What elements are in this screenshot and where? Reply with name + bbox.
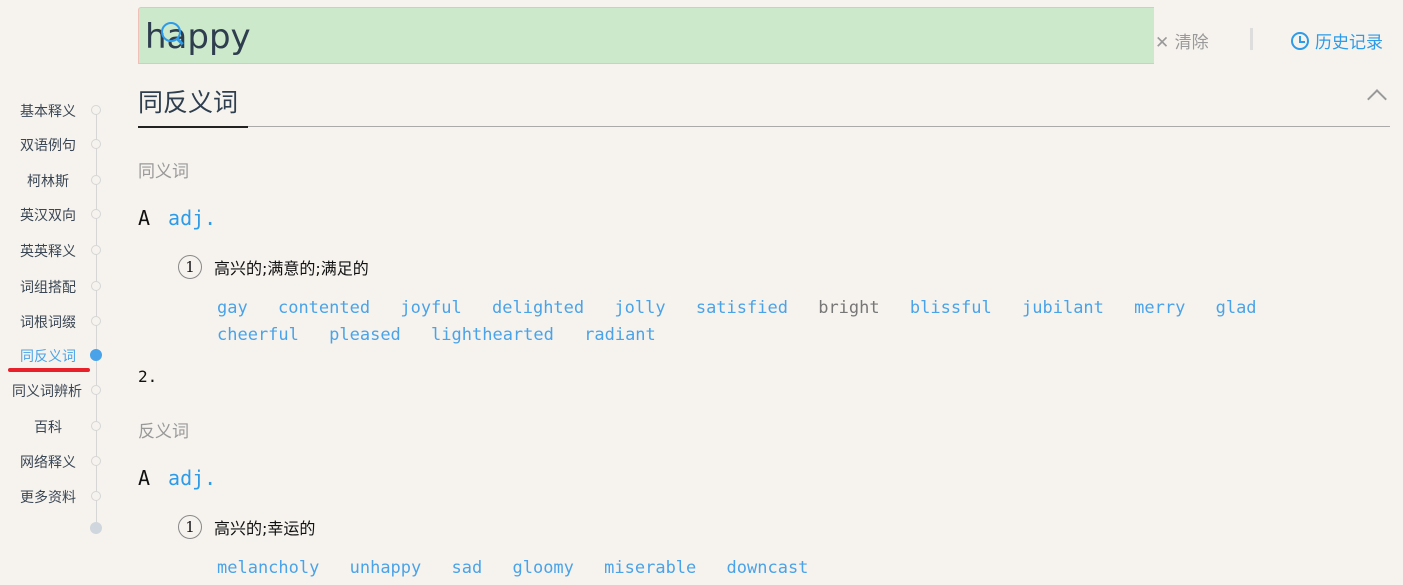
definition-text: 高兴的;满意的;满足的 xyxy=(214,259,369,278)
antonyms-label: 反义词 xyxy=(138,422,189,442)
nav-dot xyxy=(91,139,101,149)
red-underline-annotation xyxy=(8,368,90,372)
definition: 1 高兴的;满意的;满足的 xyxy=(178,255,369,279)
nav-dot xyxy=(91,491,101,501)
nav-dot xyxy=(91,245,101,255)
sidebar-item[interactable]: 双语例句 xyxy=(7,135,89,155)
divider xyxy=(1250,28,1253,50)
pos-row: Aadj. xyxy=(138,206,216,230)
sidebar-item[interactable]: 英英释义 xyxy=(7,241,89,261)
word-link[interactable]: delighted xyxy=(492,298,584,318)
word-link[interactable]: unhappy xyxy=(350,558,422,578)
word-link[interactable]: contented xyxy=(278,298,370,318)
cursor-search-icon xyxy=(161,22,181,42)
divider xyxy=(138,126,1390,127)
definition-number: 1 xyxy=(178,255,202,279)
word-link[interactable]: jubilant xyxy=(1022,298,1104,318)
nav-dot xyxy=(91,281,101,291)
sidebar-item[interactable]: 基本释义 xyxy=(7,101,89,121)
collapse-chevron-up-icon[interactable] xyxy=(1367,89,1387,109)
word-link[interactable]: miserable xyxy=(604,558,696,578)
clear-label: 清除 xyxy=(1174,33,1209,53)
sidebar-item[interactable]: 网络释义 xyxy=(7,452,89,472)
letter: A xyxy=(138,206,151,230)
nav-dot xyxy=(91,105,101,115)
word-link[interactable]: gay xyxy=(217,298,248,318)
sidebar-item[interactable]: 英汉双向 xyxy=(7,205,89,225)
word-link[interactable]: lighthearted xyxy=(431,325,554,345)
nav-dot xyxy=(91,316,101,326)
word-link[interactable]: blissful xyxy=(910,298,992,318)
word-link[interactable]: radiant xyxy=(584,325,656,345)
section-title: 同反义词 xyxy=(138,88,239,117)
definition-text: 高兴的;幸运的 xyxy=(214,519,316,538)
word-link[interactable]: sad xyxy=(452,558,483,578)
synonym-list: gay contented joyful delighted jolly sat… xyxy=(217,295,1367,349)
nav-dot xyxy=(90,349,102,361)
title-underline xyxy=(138,126,248,128)
history-label: 历史记录 xyxy=(1315,33,1383,53)
antonym-list: melancholy unhappy sad gloomy miserable … xyxy=(217,555,1367,582)
definition: 1 高兴的;幸运的 xyxy=(178,515,315,539)
word-link[interactable]: satisfied xyxy=(696,298,788,318)
pos-label: adj. xyxy=(168,466,217,490)
nav-dot xyxy=(91,456,101,466)
nav-dot xyxy=(91,175,101,185)
word-link[interactable]: joyful xyxy=(400,298,461,318)
word-link[interactable]: gloomy xyxy=(512,558,573,578)
sidebar-item[interactable]: 更多资料 xyxy=(7,487,89,507)
word-link[interactable]: pleased xyxy=(329,325,401,345)
letter: A xyxy=(138,466,151,490)
definition-number: 1 xyxy=(178,515,202,539)
nav-dot xyxy=(91,421,101,431)
word-link[interactable]: merry xyxy=(1134,298,1185,318)
word-link[interactable]: cheerful xyxy=(217,325,299,345)
synonyms-label: 同义词 xyxy=(138,162,189,182)
clear-button[interactable]: ✕ 清除 xyxy=(1155,28,1209,53)
nav-dot xyxy=(91,385,101,395)
search-input[interactable] xyxy=(143,16,1047,58)
word-link[interactable]: downcast xyxy=(727,558,809,578)
sidebar-item[interactable]: 百科 xyxy=(7,417,89,437)
sidebar-item[interactable]: 同反义词 xyxy=(7,346,89,366)
sidebar-item[interactable]: 词根词缀 xyxy=(7,312,89,332)
pos-label: adj. xyxy=(168,206,217,230)
history-button[interactable]: 历史记录 xyxy=(1291,28,1383,53)
nav-end-dot xyxy=(90,522,102,534)
search-box[interactable] xyxy=(138,7,1154,64)
nav-dot xyxy=(91,209,101,219)
sidebar-item[interactable]: 柯林斯 xyxy=(7,171,89,191)
sidebar-item[interactable]: 同义词辨析 xyxy=(6,381,88,401)
pos-row: Aadj. xyxy=(138,466,216,490)
sense-number: 2. xyxy=(138,367,158,386)
close-icon: ✕ xyxy=(1155,33,1170,53)
word-link[interactable]: jolly xyxy=(614,298,665,318)
clock-icon xyxy=(1291,31,1309,50)
word-link[interactable]: melancholy xyxy=(217,558,319,578)
word-link[interactable]: glad xyxy=(1216,298,1257,318)
sidebar-item[interactable]: 词组搭配 xyxy=(7,277,89,297)
word-link[interactable]: bright xyxy=(818,298,879,318)
